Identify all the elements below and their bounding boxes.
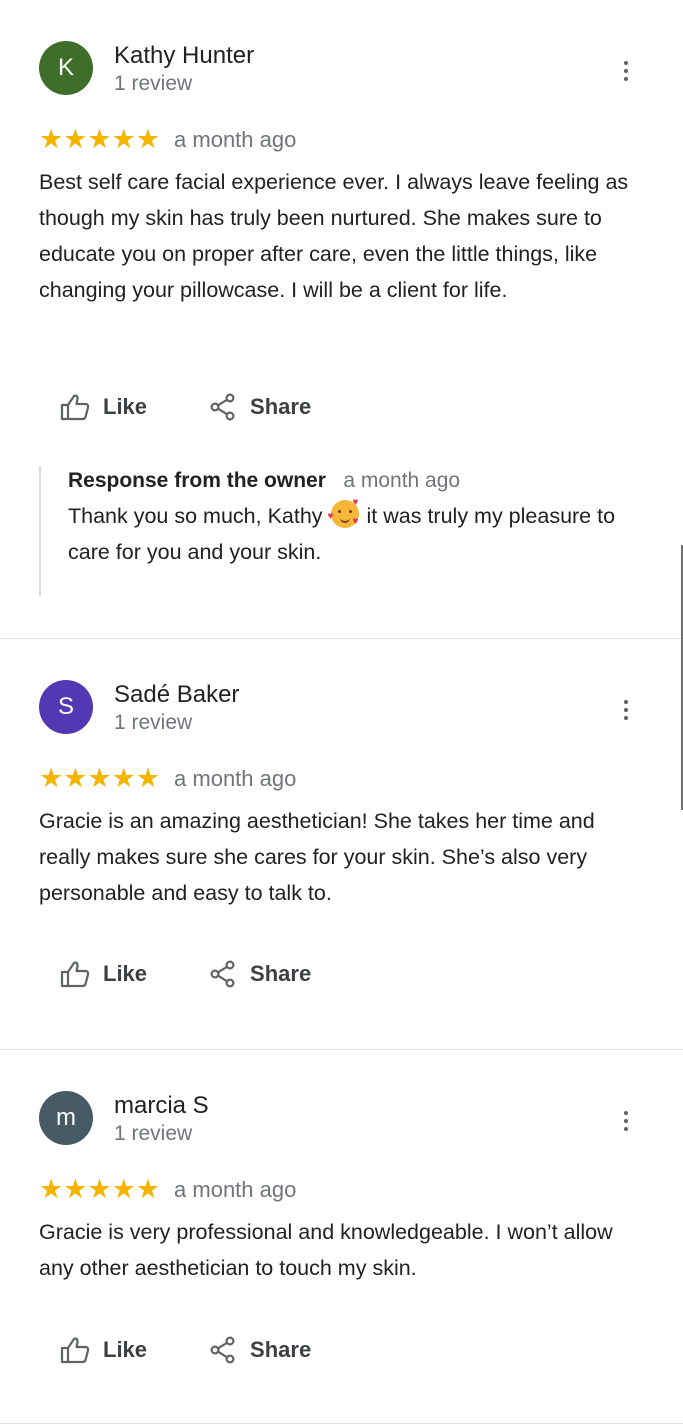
share-icon — [210, 960, 235, 988]
thumbs-up-icon — [60, 1337, 90, 1364]
review-date: a month ago — [174, 765, 297, 791]
reviewer-name[interactable]: Sadé Baker — [114, 681, 239, 709]
avatar-initial: S — [57, 693, 74, 720]
smiling-face-with-hearts-icon: ♥ ♥ ♥ — [327, 497, 359, 528]
review-actions: Like Share — [60, 1336, 311, 1364]
review-count[interactable]: 1 review — [114, 72, 192, 96]
avatar-initial: K — [57, 54, 74, 81]
avatar[interactable]: S — [39, 680, 93, 734]
review-card: S Sadé Baker 1 review ★★★★★ a month ago … — [0, 639, 683, 1050]
rating-row: ★★★★★ a month ago — [39, 126, 296, 153]
review-text: Gracie is an amazing aesthetician! She t… — [39, 809, 595, 905]
review-text: Best self care facial experience ever. I… — [39, 170, 629, 302]
share-button[interactable]: Share — [209, 393, 311, 421]
more-options-icon[interactable] — [614, 695, 638, 725]
share-button[interactable]: Share — [209, 1336, 311, 1364]
rating-row: ★★★★★ a month ago — [39, 1176, 296, 1203]
owner-response-date: a month ago — [343, 469, 461, 492]
like-button[interactable]: Like — [60, 393, 147, 421]
rating-row: ★★★★★ a month ago — [39, 765, 296, 792]
share-icon — [210, 1336, 235, 1364]
review-actions: Like Share — [60, 393, 311, 421]
review-text: Gracie is very professional and knowledg… — [39, 1220, 613, 1280]
review-actions: Like Share — [60, 960, 311, 988]
share-label: Share — [250, 394, 312, 419]
like-label: Like — [103, 961, 148, 986]
share-label: Share — [250, 1337, 312, 1362]
owner-response-text: Thank you so much, Kathy ♥ ♥ ♥ it was tr… — [68, 497, 616, 565]
review-card: m marcia S 1 review ★★★★★ a month ago Gr… — [0, 1050, 683, 1424]
thumbs-up-icon — [60, 961, 90, 988]
like-button[interactable]: Like — [60, 1336, 147, 1364]
review-date: a month ago — [174, 126, 297, 152]
review-count[interactable]: 1 review — [114, 1122, 192, 1146]
thumbs-up-icon — [60, 394, 90, 421]
review-card: K Kathy Hunter 1 review ★★★★★ a month ag… — [0, 0, 683, 639]
reviewer-name[interactable]: Kathy Hunter — [114, 42, 254, 70]
reviewer-name[interactable]: marcia S — [114, 1092, 209, 1120]
share-icon — [210, 393, 235, 421]
star-rating: ★★★★★ — [39, 124, 161, 154]
like-button[interactable]: Like — [60, 960, 147, 988]
more-options-icon[interactable] — [614, 56, 638, 86]
like-label: Like — [103, 1337, 148, 1362]
owner-response: Response from the owner a month ago Than… — [39, 466, 639, 596]
review-date: a month ago — [174, 1176, 297, 1202]
avatar-initial: m — [56, 1104, 76, 1131]
star-rating: ★★★★★ — [39, 763, 161, 793]
like-label: Like — [103, 394, 148, 419]
avatar[interactable]: K — [39, 41, 93, 95]
avatar[interactable]: m — [39, 1091, 93, 1145]
owner-response-title: Response from the owner — [68, 469, 326, 492]
review-count[interactable]: 1 review — [114, 711, 192, 735]
star-rating: ★★★★★ — [39, 1174, 161, 1204]
share-label: Share — [250, 961, 312, 986]
more-options-icon[interactable] — [614, 1106, 638, 1136]
share-button[interactable]: Share — [209, 960, 311, 988]
